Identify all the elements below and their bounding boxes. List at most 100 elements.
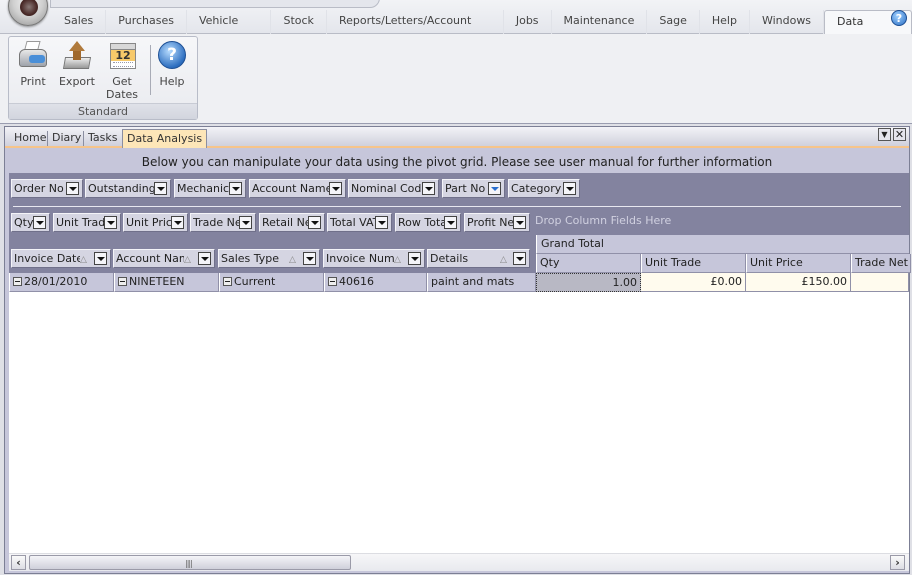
data-dropdown-icon[interactable] bbox=[171, 216, 184, 229]
sort-ascending-icon[interactable]: △ bbox=[500, 252, 507, 267]
ribbon-group-standard: Print Export 12 Get Dates ? Help Standar… bbox=[8, 36, 198, 120]
row-field-details[interactable]: Details △ bbox=[427, 249, 530, 268]
sort-ascending-icon[interactable]: △ bbox=[289, 252, 296, 267]
row-field-invoice-date[interactable]: Invoice Date △ bbox=[11, 249, 111, 268]
collapse-icon[interactable] bbox=[328, 276, 337, 286]
column-header-unit-trade[interactable]: Unit Trade bbox=[641, 254, 746, 273]
row-cell-details[interactable]: paint and mats bbox=[427, 273, 536, 292]
data-field-trade-net[interactable]: Trade Net bbox=[190, 213, 256, 232]
ribbon-tab-sales[interactable]: Sales bbox=[52, 10, 107, 34]
filter-field-part-no[interactable]: Part No bbox=[442, 179, 505, 198]
data-dropdown-icon[interactable] bbox=[444, 216, 457, 229]
filter-field-mechanic[interactable]: Mechanic bbox=[174, 179, 246, 198]
ribbon-tab-vehicle-sales[interactable]: Vehicle Sales bbox=[187, 10, 272, 49]
calendar-icon: 12 bbox=[106, 41, 138, 71]
print-button[interactable]: Print bbox=[11, 41, 55, 88]
data-dropdown-icon[interactable] bbox=[33, 216, 46, 229]
column-header-qty[interactable]: Qty bbox=[536, 254, 641, 273]
row-field-account-name[interactable]: Account Name△ bbox=[113, 249, 215, 268]
get-dates-label-line1: Get bbox=[112, 75, 132, 88]
row-cell-invoice-date[interactable]: 28/01/2010 bbox=[9, 273, 114, 292]
ribbon-tab-bar: Sales Purchases Vehicle Sales Stock Repo… bbox=[0, 0, 912, 50]
help-button[interactable]: ? Help bbox=[150, 41, 194, 88]
row-dropdown-icon[interactable] bbox=[408, 252, 421, 265]
filter-dropdown-icon[interactable] bbox=[154, 182, 167, 195]
filter-dropdown-icon[interactable] bbox=[66, 182, 79, 195]
close-tab-icon[interactable]: ✕ bbox=[893, 128, 906, 141]
ribbon-tab-reports[interactable]: Reports/Letters/Account Manager bbox=[327, 10, 504, 49]
ribbon-tab-help[interactable]: Help bbox=[700, 10, 750, 34]
data-field-retail-net[interactable]: Retail Net bbox=[259, 213, 325, 232]
row-dropdown-icon[interactable] bbox=[198, 252, 211, 265]
tab-list-dropdown-icon[interactable]: ▼ bbox=[878, 128, 891, 141]
ribbon-tab-windows[interactable]: Windows bbox=[750, 10, 825, 34]
filter-dropdown-icon[interactable] bbox=[229, 182, 242, 195]
sort-ascending-icon[interactable]: △ bbox=[184, 252, 191, 267]
filter-field-nominal-code[interactable]: Nominal Code bbox=[348, 179, 439, 198]
sort-ascending-icon[interactable]: △ bbox=[394, 252, 401, 267]
ribbon-tab-sage[interactable]: Sage bbox=[647, 10, 700, 34]
filter-field-account-name[interactable]: Account Name bbox=[249, 179, 346, 198]
area-divider bbox=[13, 206, 901, 207]
column-header-unit-price[interactable]: Unit Price bbox=[746, 254, 851, 273]
collapse-icon[interactable] bbox=[13, 276, 22, 286]
filter-dropdown-icon[interactable] bbox=[422, 182, 435, 195]
data-cell-trade-net[interactable] bbox=[851, 273, 909, 292]
scroll-right-icon[interactable]: › bbox=[890, 555, 905, 570]
data-field-qty[interactable]: Qty bbox=[11, 213, 50, 232]
data-field-unit-trade[interactable]: Unit Trade bbox=[53, 213, 121, 232]
ribbon-help-icon[interactable]: ? bbox=[891, 10, 907, 26]
data-dropdown-icon[interactable] bbox=[513, 216, 526, 229]
row-cell-invoice-number[interactable]: 40616 bbox=[324, 273, 427, 292]
collapse-icon[interactable] bbox=[223, 276, 232, 286]
filter-field-category[interactable]: Category bbox=[508, 179, 580, 198]
data-field-total-vat[interactable]: Total VAT bbox=[327, 213, 392, 232]
data-cell-unit-price[interactable]: £150.00 bbox=[746, 273, 851, 292]
data-field-unit-price[interactable]: Unit Price bbox=[123, 213, 188, 232]
grand-total-header: Grand Total bbox=[536, 235, 909, 254]
row-dropdown-icon[interactable] bbox=[303, 252, 316, 265]
doc-tab-tasks[interactable]: Tasks bbox=[84, 129, 121, 148]
intro-text: Below you can manipulate your data using… bbox=[5, 151, 909, 173]
scroll-left-icon[interactable]: ‹ bbox=[11, 555, 26, 570]
get-dates-button[interactable]: 12 Get Dates bbox=[100, 41, 144, 101]
application-menu-button[interactable] bbox=[8, 0, 48, 26]
data-cell-unit-trade[interactable]: £0.00 bbox=[641, 273, 746, 292]
data-dropdown-icon[interactable] bbox=[104, 216, 117, 229]
filter-dropdown-icon[interactable] bbox=[563, 182, 576, 195]
data-dropdown-icon[interactable] bbox=[308, 216, 321, 229]
ribbon-tab-maintenance[interactable]: Maintenance bbox=[552, 10, 648, 34]
data-dropdown-icon[interactable] bbox=[375, 216, 388, 229]
data-field-profit-net[interactable]: Profit Net bbox=[464, 213, 530, 232]
horizontal-scrollbar[interactable]: ‹ |||| › bbox=[9, 553, 909, 571]
ribbon-tab-stock[interactable]: Stock bbox=[271, 10, 327, 34]
row-field-invoice-number[interactable]: Invoice Number△ bbox=[323, 249, 425, 268]
column-header-trade-net[interactable]: Trade Net bbox=[851, 254, 911, 273]
row-field-sales-type[interactable]: Sales Type △ bbox=[218, 249, 320, 268]
doc-tab-diary[interactable]: Diary bbox=[48, 129, 85, 148]
ribbon-tab-jobs[interactable]: Jobs bbox=[504, 10, 552, 34]
app-logo-icon bbox=[20, 0, 38, 16]
ribbon-tab-purchases[interactable]: Purchases bbox=[106, 10, 187, 34]
row-cell-sales-type[interactable]: Current bbox=[219, 273, 324, 292]
scrollbar-thumb[interactable]: |||| bbox=[29, 555, 351, 570]
doc-tab-data-analysis[interactable]: Data Analysis bbox=[122, 129, 208, 148]
drop-column-fields-hint[interactable]: Drop Column Fields Here bbox=[535, 214, 671, 227]
filter-field-outstanding[interactable]: Outstanding bbox=[85, 179, 171, 198]
filter-dropdown-icon[interactable] bbox=[488, 182, 501, 195]
sort-ascending-icon[interactable]: △ bbox=[80, 252, 87, 267]
data-dropdown-icon[interactable] bbox=[239, 216, 252, 229]
filter-field-order-no[interactable]: Order No bbox=[11, 179, 83, 198]
doc-tab-home[interactable]: Home bbox=[10, 129, 50, 148]
data-field-row-total[interactable]: Row Total bbox=[395, 213, 461, 232]
column-header-area: Grand Total Qty Unit Trade Unit Price Tr… bbox=[536, 235, 911, 273]
row-cell-account-name[interactable]: NINETEEN bbox=[114, 273, 219, 292]
data-cell-qty[interactable]: 1.00 bbox=[536, 273, 641, 292]
export-button[interactable]: Export bbox=[55, 41, 99, 88]
row-dropdown-icon[interactable] bbox=[94, 252, 107, 265]
filter-dropdown-icon[interactable] bbox=[329, 182, 342, 195]
collapse-icon[interactable] bbox=[118, 276, 127, 286]
help-icon: ? bbox=[156, 41, 188, 71]
ribbon-panel: Print Export 12 Get Dates ? Help Standar… bbox=[0, 34, 912, 124]
row-dropdown-icon[interactable] bbox=[513, 252, 526, 265]
